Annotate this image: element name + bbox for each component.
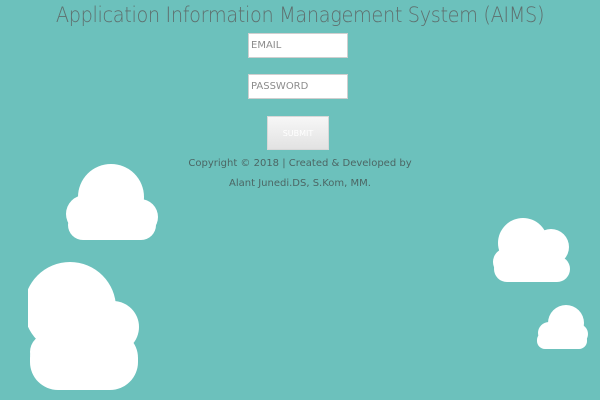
cloud-icon [537,305,588,349]
cloud-icon [66,164,158,240]
page-title: Application Information Management Syste… [55,3,545,27]
submit-button[interactable]: SUBMIT [267,116,329,150]
cloud-icon [493,218,570,282]
cloud-icon [28,262,139,390]
email-field[interactable] [248,33,348,58]
password-field[interactable] [248,74,348,99]
